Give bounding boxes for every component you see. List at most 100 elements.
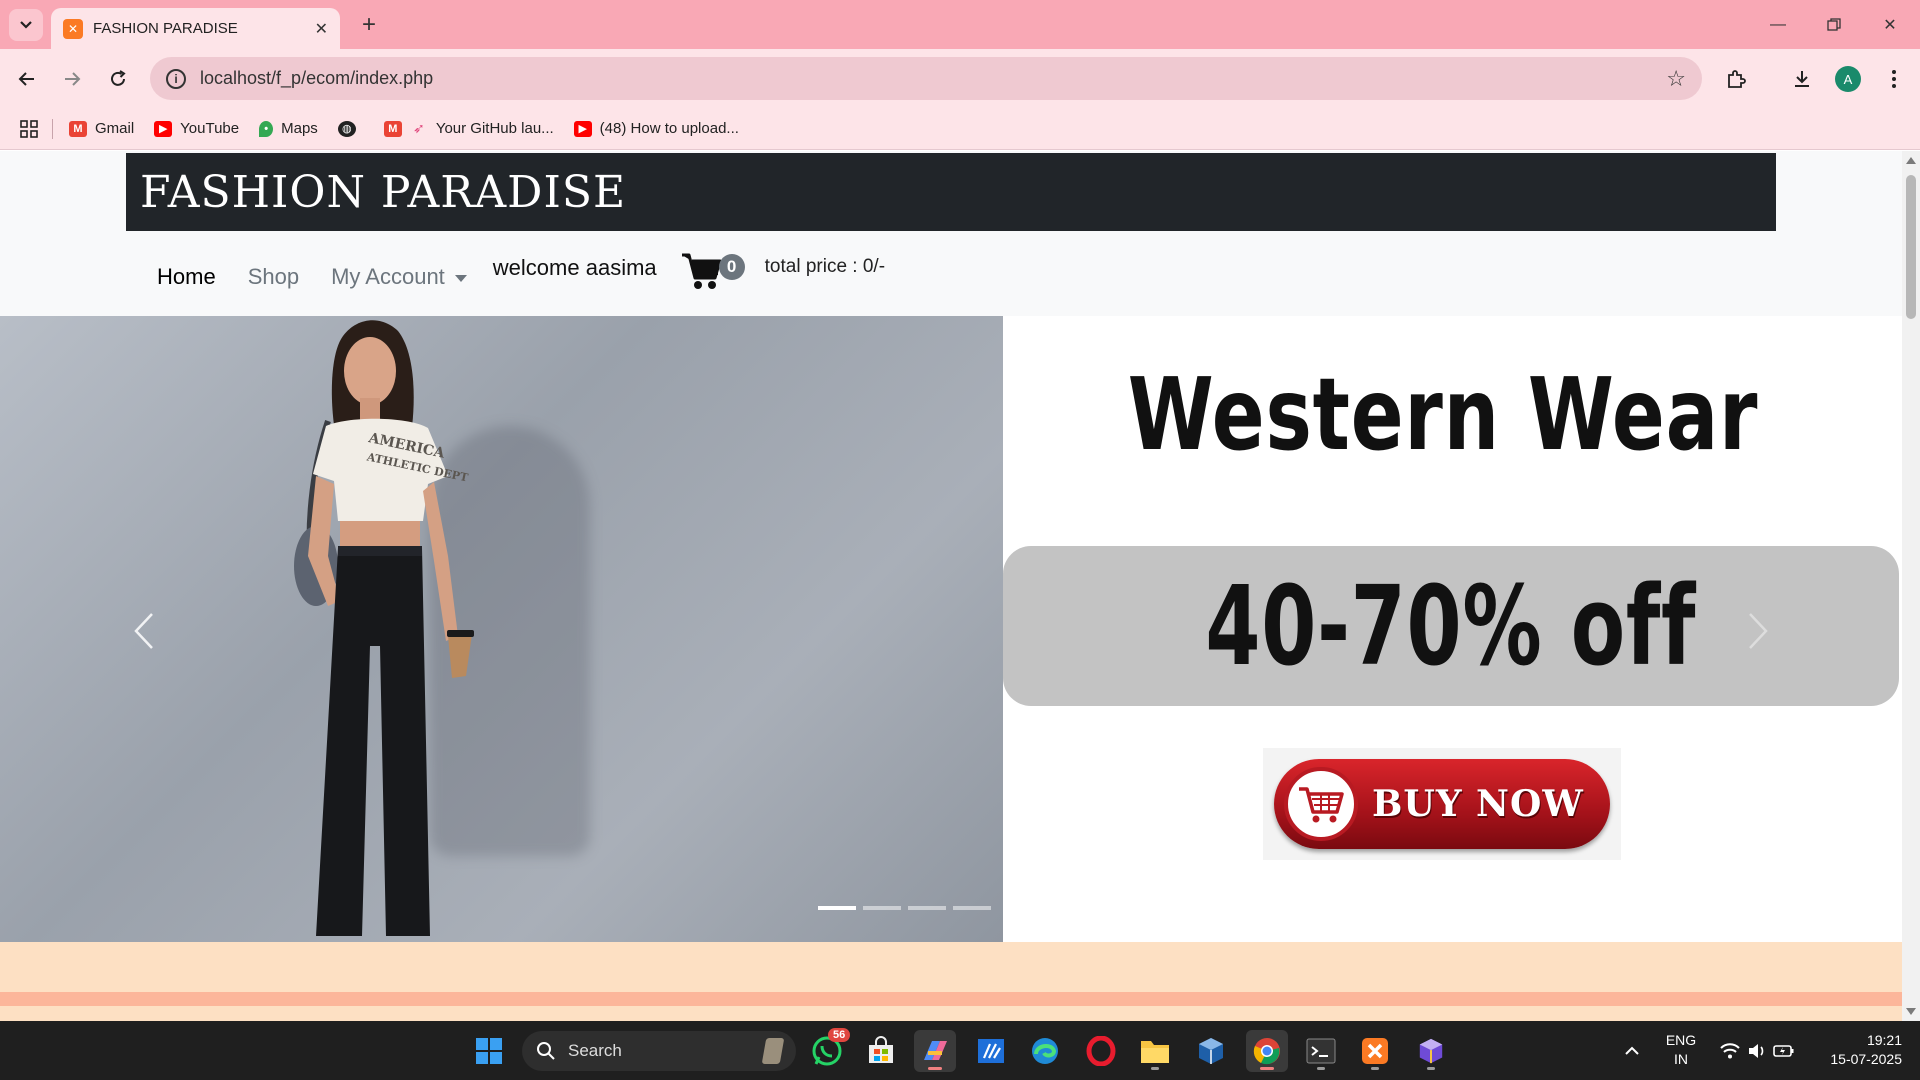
bookmark-maps[interactable]: • Maps	[259, 120, 318, 137]
site-info-icon[interactable]: i	[166, 68, 186, 89]
scroll-up-arrow-icon[interactable]	[1906, 157, 1916, 164]
downloads-button[interactable]	[1786, 63, 1818, 95]
language-indicator[interactable]: ENG IN	[1658, 1031, 1704, 1069]
buy-now-button[interactable]: BUY NOW	[1263, 748, 1621, 860]
youtube-icon: ▶	[154, 120, 173, 137]
cart-link[interactable]: 0	[681, 252, 749, 290]
url-text[interactable]: localhost/f_p/ecom/index.php	[200, 68, 1666, 89]
minimize-button[interactable]: —	[1758, 10, 1798, 40]
start-button[interactable]	[468, 1030, 510, 1072]
menu-button[interactable]	[1878, 63, 1910, 95]
search-highlight-icon	[761, 1038, 785, 1064]
apps-grid-icon	[20, 119, 38, 138]
bookmark-globe[interactable]: ◍	[337, 120, 364, 137]
running-indicator	[1427, 1067, 1435, 1070]
new-tab-button[interactable]: +	[354, 10, 384, 40]
windows-logo-icon	[476, 1038, 502, 1064]
nav-shop-link[interactable]: Shop	[248, 264, 299, 290]
scroll-down-arrow-icon[interactable]	[1906, 1008, 1916, 1015]
opera-icon	[1086, 1036, 1116, 1066]
brand-header: FASHION PARADISE	[126, 153, 1776, 231]
chevron-left-icon	[134, 613, 153, 649]
whatsapp-badge: 56	[828, 1028, 851, 1042]
vm-app[interactable]	[1410, 1030, 1452, 1072]
apps-button[interactable]	[20, 119, 38, 138]
forward-button[interactable]	[56, 63, 88, 95]
search-icon	[537, 1042, 555, 1060]
back-button[interactable]	[11, 63, 43, 95]
western-wear-heading: Western Wear	[1127, 356, 1759, 473]
address-bar[interactable]: i localhost/f_p/ecom/index.php ☆	[150, 57, 1702, 100]
battery-icon	[1773, 1045, 1794, 1057]
clock-date: 15-07-2025	[1830, 1051, 1902, 1067]
model-figure	[294, 320, 474, 936]
bookmark-youtube-upload[interactable]: ▶ (48) How to upload...	[573, 120, 739, 137]
taskbar-search[interactable]: Search	[522, 1031, 796, 1071]
welcome-text: welcome aasima	[492, 255, 657, 280]
rocket-icon: ➶	[412, 120, 425, 136]
site-navbar: Home Shop My Account welcome aasima 0 to…	[126, 247, 885, 307]
bookmark-github-launch[interactable]: M ➶ Your GitHub lau...	[383, 120, 554, 137]
file-explorer-app[interactable]	[1134, 1030, 1176, 1072]
opera-app[interactable]	[1080, 1030, 1122, 1072]
close-tab-icon[interactable]: ✕	[315, 19, 328, 39]
arrow-left-icon	[18, 72, 34, 86]
terminal-app[interactable]	[1300, 1030, 1342, 1072]
carousel-next-button[interactable]	[1728, 596, 1788, 666]
store-bag-icon	[869, 1036, 893, 1063]
xampp-app[interactable]	[1354, 1030, 1396, 1072]
globe-icon: ◍	[337, 120, 356, 137]
chrome-app[interactable]	[1246, 1030, 1288, 1072]
extensions-button[interactable]	[1720, 63, 1752, 95]
carousel-indicator-3[interactable]	[908, 906, 946, 910]
edge-app[interactable]	[1024, 1030, 1066, 1072]
nav-home-link[interactable]: Home	[157, 264, 216, 290]
arrow-right-icon	[65, 72, 81, 86]
xampp-icon	[1362, 1038, 1388, 1064]
gmail-icon: M	[383, 120, 402, 137]
show-hidden-icons-button[interactable]	[1610, 1030, 1654, 1072]
close-window-button[interactable]: ✕	[1870, 10, 1910, 40]
terminal-icon	[1306, 1038, 1336, 1064]
buy-now-badge: BUY NOW	[1274, 759, 1610, 849]
scroll-thumb[interactable]	[1906, 175, 1916, 319]
tab-search-button[interactable]	[9, 9, 43, 41]
store-app[interactable]	[860, 1030, 902, 1072]
carousel-prev-button[interactable]	[114, 596, 174, 666]
copilot-app[interactable]	[914, 1030, 956, 1072]
bookmark-gmail[interactable]: M Gmail	[69, 120, 134, 137]
carousel-indicator-1[interactable]	[818, 906, 856, 910]
search-label: Search	[568, 1041, 622, 1060]
caret-down-icon	[454, 274, 467, 282]
bookmark-youtube[interactable]: ▶ YouTube	[154, 120, 239, 137]
clock-time: 19:21	[1866, 1032, 1902, 1048]
section-band-salmon	[0, 992, 1902, 1006]
clock[interactable]: 19:21 15-07-2025	[1806, 1031, 1902, 1069]
active-tab[interactable]: ✕ FASHION PARADISE ✕	[51, 8, 340, 49]
site-brand-title[interactable]: FASHION PARADISE	[140, 167, 626, 218]
bookmarks-bar: M Gmail ▶ YouTube • Maps ◍ M ➶ Your GitH…	[0, 108, 1920, 150]
download-icon	[1795, 71, 1809, 87]
windows-taskbar: Search 56 ENG IN 19:21 15-07-2025	[0, 1021, 1920, 1080]
maps-icon: •	[259, 120, 274, 137]
editor-app[interactable]	[970, 1030, 1012, 1072]
whatsapp-app[interactable]: 56	[806, 1028, 851, 1072]
page-scrollbar[interactable]	[1902, 151, 1920, 1021]
reload-button[interactable]	[102, 63, 134, 95]
nav-my-account-dropdown[interactable]: My Account	[331, 264, 467, 290]
web-page: FASHION PARADISE Home Shop My Account we…	[0, 151, 1902, 1021]
restore-icon	[1827, 18, 1841, 31]
cart-count-badge: 0	[718, 254, 745, 280]
restore-button[interactable]	[1814, 10, 1854, 40]
carousel-indicator-4[interactable]	[953, 906, 991, 910]
copilot-icon	[924, 1041, 947, 1060]
active-indicator	[1260, 1067, 1274, 1070]
bookmark-label: Maps	[281, 120, 318, 137]
chevron-right-icon	[1749, 613, 1768, 649]
profile-avatar[interactable]: A	[1835, 66, 1861, 92]
quick-settings-button[interactable]	[1712, 1030, 1802, 1072]
virtualbox-app[interactable]	[1190, 1030, 1232, 1072]
carousel-indicator-2[interactable]	[863, 906, 901, 910]
browser-toolbar: i localhost/f_p/ecom/index.php ☆ A	[0, 49, 1920, 108]
bookmark-star-icon[interactable]: ☆	[1666, 66, 1686, 92]
